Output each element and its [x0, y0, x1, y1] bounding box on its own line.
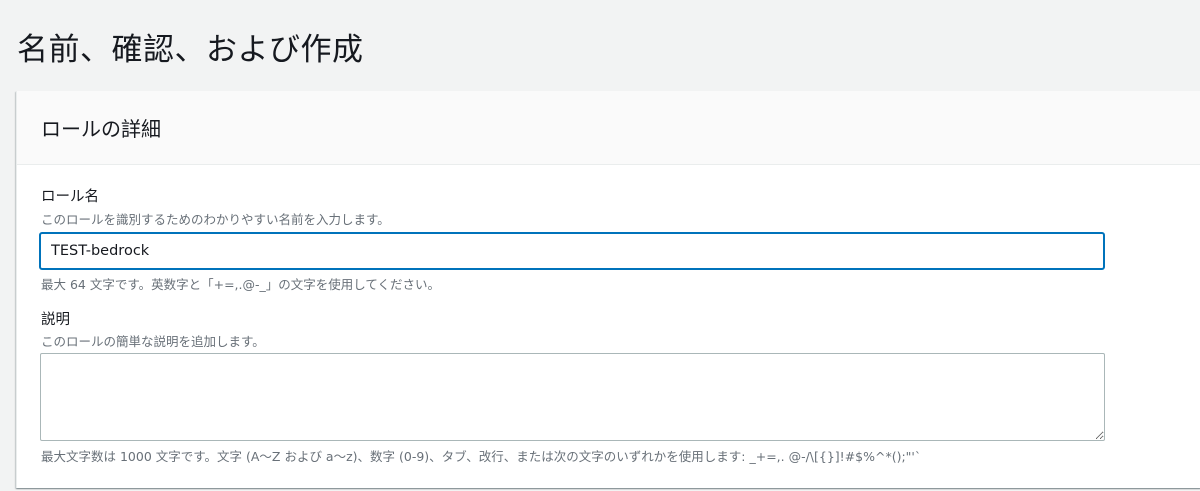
panel-header: ロールの詳細 [17, 91, 1200, 165]
panel-heading: ロールの詳細 [41, 117, 161, 141]
page-title: 名前、確認、および作成 [17, 32, 364, 68]
role-name-constraint: 最大 64 文字です。英数字と「+=,.@-_」の文字を使用してください。 [41, 277, 441, 292]
role-name-description: このロールを識別するためのわかりやすい名前を入力します。 [41, 212, 390, 227]
role-details-panel: ロールの詳細 ロール名 このロールを識別するためのわかりやすい名前を入力します。… [16, 91, 1200, 488]
description-textarea[interactable] [40, 353, 1105, 441]
description-constraint: 最大文字数は 1000 文字です。文字 (A〜Z および a〜z)、数字 (0-… [41, 449, 922, 464]
role-name-label: ロール名 [41, 189, 99, 205]
role-name-input[interactable] [39, 232, 1105, 270]
description-help-text: このロールの簡単な説明を追加します。 [41, 334, 265, 349]
description-label: 説明 [41, 312, 70, 328]
